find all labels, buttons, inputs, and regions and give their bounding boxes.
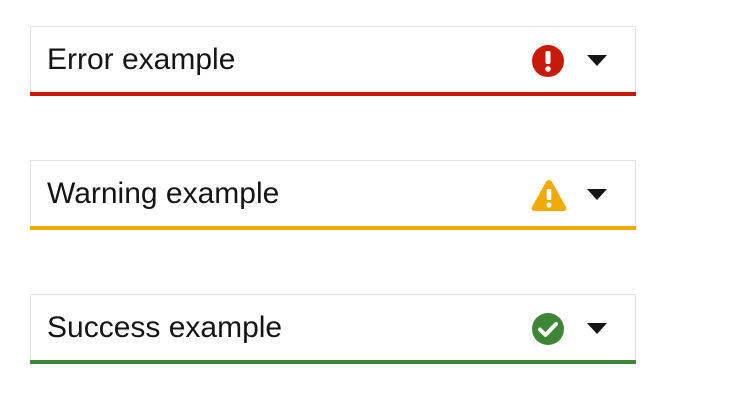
select-value: Error example [47, 43, 236, 76]
caret-down-icon [587, 323, 607, 334]
success-status-underline [30, 360, 636, 364]
select-value: Warning example [47, 177, 280, 210]
error-select[interactable]: Error example [30, 26, 636, 96]
exclamation-triangle-icon [531, 178, 567, 212]
warning-select[interactable]: Warning example [30, 160, 636, 230]
check-circle-icon [531, 312, 565, 346]
exclamation-circle-icon [531, 44, 565, 78]
select-toggle-button[interactable] [582, 44, 612, 78]
caret-down-icon [587, 189, 607, 200]
caret-down-icon [587, 55, 607, 66]
select-toggle-button[interactable] [582, 312, 612, 346]
success-select[interactable]: Success example [30, 294, 636, 364]
select-value: Success example [47, 311, 283, 344]
error-status-underline [30, 92, 636, 96]
select-toggle-button[interactable] [582, 178, 612, 212]
warning-status-underline [30, 226, 636, 230]
